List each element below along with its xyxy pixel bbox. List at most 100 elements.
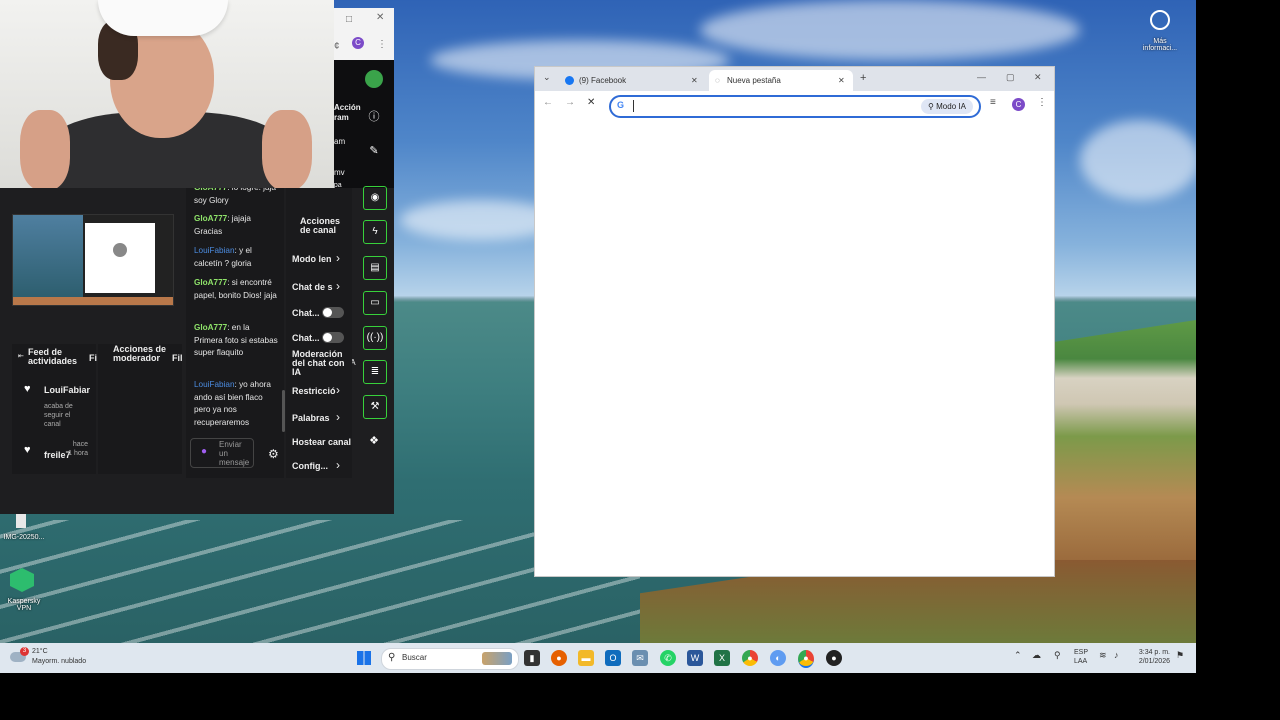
close-icon[interactable]: ✕ xyxy=(376,12,384,23)
weather-temp: 21°C xyxy=(32,648,48,655)
webcam-feed xyxy=(0,0,334,188)
chevron-right-icon[interactable]: › xyxy=(336,458,340,472)
profile-avatar[interactable]: C xyxy=(1012,98,1025,111)
partial-label: ram xyxy=(334,113,349,122)
broadcast-icon[interactable]: ((·)) xyxy=(363,326,387,350)
stream-window-titlebar: □ ✕ ¢ C ⋮ xyxy=(334,8,394,60)
stop-loading-icon[interactable]: ✕ xyxy=(587,97,595,108)
feed-user[interactable]: freile7 xyxy=(44,450,71,460)
maximize-icon[interactable]: ▢ xyxy=(1006,72,1015,83)
tab-new-tab[interactable]: ◌ Nueva pestaña ✕ xyxy=(709,70,853,91)
feed-filter-button[interactable]: Fi xyxy=(89,353,97,363)
img-file-desktop-icon[interactable]: IMG-20250... xyxy=(0,512,48,552)
menu-dots-icon[interactable]: ⋮ xyxy=(377,39,387,50)
action-item[interactable]: Config... xyxy=(292,461,328,471)
outlook-icon[interactable]: O xyxy=(605,650,621,666)
maximize-icon[interactable]: □ xyxy=(346,14,352,25)
minimize-icon[interactable]: — xyxy=(977,72,986,82)
chevron-right-icon[interactable]: › xyxy=(336,383,340,397)
info-circle-icon xyxy=(1150,10,1170,30)
heart-icon: ♥ xyxy=(24,383,31,395)
usb-icon[interactable]: ⚲ xyxy=(1054,650,1061,661)
file-explorer-icon[interactable]: ▬ xyxy=(578,650,594,666)
mail-icon[interactable]: ✉ xyxy=(632,650,648,666)
kaspersky-desktop-icon[interactable]: Kaspersky VPN xyxy=(4,568,44,618)
reading-list-icon[interactable]: ≡ xyxy=(990,97,996,108)
modo-ia-button[interactable]: ⚲ Modo IA xyxy=(921,99,973,114)
action-item[interactable]: Chat... xyxy=(292,333,320,343)
action-item[interactable]: Chat... xyxy=(292,308,320,318)
close-tab-icon[interactable]: ✕ xyxy=(838,70,845,91)
stream-preview[interactable] xyxy=(12,214,174,306)
extension-icon[interactable]: ¢ xyxy=(334,41,340,52)
action-item[interactable]: Restricció xyxy=(292,386,336,396)
taskbar-search[interactable]: ⚲ Buscar xyxy=(381,648,519,670)
preview-left-panel xyxy=(13,215,83,305)
task-view-icon[interactable]: ▮ xyxy=(524,650,540,666)
feed-time: hace 1 hora xyxy=(68,441,88,457)
chevron-right-icon[interactable]: › xyxy=(336,251,340,265)
wifi-icon[interactable]: ≋ xyxy=(1099,650,1107,661)
back-arrow-icon[interactable]: ← xyxy=(543,97,553,108)
language-top: ESP xyxy=(1074,649,1089,656)
camera-icon[interactable]: ◉ xyxy=(363,186,387,210)
tray-chevron-icon[interactable]: ⌃ xyxy=(1014,650,1022,661)
info-icon[interactable]: ⓘ xyxy=(363,106,385,128)
start-windows-icon[interactable] xyxy=(357,651,371,665)
pencil-icon[interactable]: ✎ xyxy=(363,140,385,162)
chat-settings-gear-icon[interactable]: ⚙ xyxy=(268,447,279,461)
whatsapp-icon[interactable]: ✆ xyxy=(660,650,676,666)
chat-input[interactable]: ● Enviar un mensaje xyxy=(190,438,254,468)
excel-icon[interactable]: X xyxy=(714,650,730,666)
tab-search-chevron-icon[interactable]: ⌄ xyxy=(543,72,551,83)
obs-recording-icon[interactable]: ● xyxy=(826,650,842,666)
action-item[interactable]: Modo len xyxy=(292,254,332,264)
tab-facebook[interactable]: (9) Facebook ✕ xyxy=(559,70,705,91)
language-indicator[interactable]: ESP LAA xyxy=(1074,648,1088,666)
feed-user[interactable]: LouiFabiar xyxy=(44,385,90,395)
lightning-icon[interactable]: ϟ xyxy=(363,220,387,244)
action-item[interactable]: Moderación del chat con IA xyxy=(292,350,346,377)
weather-widget[interactable]: 3 21°C Mayorm. nublado xyxy=(10,647,100,669)
shapes-icon[interactable]: ❖ xyxy=(363,430,385,452)
webcam-person-cap xyxy=(98,0,228,36)
chevron-right-icon[interactable]: › xyxy=(336,410,340,424)
chrome-profile-icon[interactable]: ◐ xyxy=(770,650,786,666)
action-item[interactable]: Chat de s xyxy=(292,282,333,292)
kaspersky-shield-icon xyxy=(10,568,34,592)
cloud-sync-icon[interactable]: ☁ xyxy=(1032,650,1041,661)
action-item[interactable]: Palabras xyxy=(292,413,330,423)
chat-message: LouiFabian: y el calcetín ? gloria xyxy=(194,246,252,268)
chat-toggle-switch[interactable] xyxy=(322,332,344,343)
volume-icon[interactable]: ♪ xyxy=(1114,650,1119,660)
action-item[interactable]: Hostear canal xyxy=(292,437,351,447)
menu-dots-icon[interactable]: ⋮ xyxy=(1037,97,1047,108)
layers-icon[interactable]: ≣ xyxy=(363,360,387,384)
browser-toolbar: ← → ✕ G ⚲ Modo IA ≡ C ⋮ xyxy=(535,91,1054,119)
mod-filter-button[interactable]: Fil xyxy=(172,353,183,363)
more-info-desktop-icon[interactable]: Más informaci... xyxy=(1140,8,1180,58)
chat-toggle-switch[interactable] xyxy=(322,307,344,318)
firefox-icon[interactable]: ● xyxy=(551,650,567,666)
chrome-icon[interactable]: ● xyxy=(742,650,758,666)
document-icon[interactable]: ▤ xyxy=(363,256,387,280)
wrench-icon[interactable]: ⚒ xyxy=(363,395,387,419)
close-tab-icon[interactable]: ✕ xyxy=(691,70,698,91)
notification-bell-icon[interactable]: ⚑ xyxy=(1176,650,1184,661)
chrome-active-icon[interactable]: ● xyxy=(798,650,814,668)
word-icon[interactable]: W xyxy=(687,650,703,666)
chevron-right-icon[interactable]: › xyxy=(336,279,340,293)
clock[interactable]: 3:34 p. m. 2/01/2026 xyxy=(1134,648,1170,666)
chat-message: GloA777: jajaja Gracias xyxy=(194,214,251,236)
close-window-icon[interactable]: ✕ xyxy=(1034,72,1042,83)
forward-arrow-icon[interactable]: → xyxy=(565,97,575,108)
profile-avatar[interactable]: C xyxy=(352,37,364,49)
address-bar[interactable]: G ⚲ Modo IA xyxy=(609,95,981,118)
collapse-arrow-icon[interactable]: ⇤ xyxy=(18,352,24,360)
chat-scrollbar[interactable] xyxy=(282,390,285,432)
date: 2/01/2026 xyxy=(1138,658,1170,665)
microphone-icon[interactable]: ● xyxy=(201,446,207,457)
chat-bubble-icon[interactable]: ▭ xyxy=(363,291,387,315)
new-tab-plus-icon[interactable]: + xyxy=(860,72,866,84)
weather-notification-badge: 3 xyxy=(20,647,29,656)
